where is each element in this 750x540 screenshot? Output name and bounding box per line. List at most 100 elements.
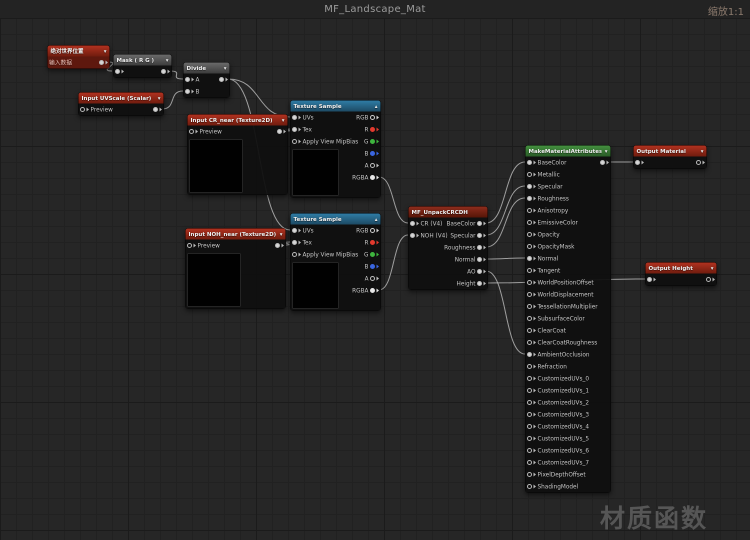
node-header[interactable]: Texture Sample▴ [291,101,381,112]
pin-in-customizeduvs-1[interactable] [527,388,532,393]
node-input-uvscale[interactable]: Input UVScale (Scalar)▾Preview [78,92,164,116]
pin-in-opacitymask[interactable] [527,244,532,249]
wire-3[interactable] [228,79,290,117]
node-output-material[interactable]: Output Material▾ [633,145,707,169]
collapse-arrow-icon[interactable]: ▴ [375,216,378,222]
pin-in-clearcoatroughness[interactable] [527,340,532,345]
node-header[interactable]: Mask ( R G )▾ [114,55,172,66]
pin-in-worldpositionoffset[interactable] [527,280,532,285]
dropdown-arrow-icon[interactable]: ▾ [711,265,714,271]
pin-in-emissivecolor[interactable] [527,220,532,225]
pin-out-pin[interactable] [277,129,282,134]
pin-out-r[interactable] [370,127,375,132]
pin-in-basecolor[interactable] [527,160,532,165]
pin-in-noh-v4[interactable] [410,233,415,238]
node-mf-unpackcrcdh[interactable]: MF_UnpackCRCDHCR (V4)BaseColorNOH (V4)Sp… [408,206,488,290]
pin-out-pin[interactable] [600,160,605,165]
pin-in-refraction[interactable] [527,364,532,369]
pin-in-apply-view-mipbias[interactable] [292,139,297,144]
pin-out-pin[interactable] [153,107,158,112]
wire-9[interactable] [486,162,525,223]
node-header[interactable]: MF_UnpackCRCDH [409,207,488,218]
node-input-cr-near[interactable]: Input CR_near (Texture2D)▾Preview [187,114,288,195]
pin-in-tangent[interactable] [527,268,532,273]
pin-in-pin[interactable] [647,277,652,282]
pin-out-b[interactable] [370,264,375,269]
pin-out-a[interactable] [370,163,375,168]
pin-out-pin[interactable] [161,69,166,74]
node-make-material-attributes[interactable]: MakeMaterialAttributes▾BaseColorMetallic… [525,145,611,493]
pin-out-pin[interactable] [275,243,280,248]
pin-out-a[interactable] [370,276,375,281]
collapse-arrow-icon[interactable]: ▴ [375,103,378,109]
pin-in-customizeduvs-3[interactable] [527,412,532,417]
pin-in-metallic[interactable] [527,172,532,177]
node-header[interactable]: 绝对世界位置▾ [48,46,110,57]
node-header[interactable]: Input CR_near (Texture2D)▾ [188,115,288,126]
pin-in-normal[interactable] [527,256,532,261]
pin-out-height[interactable] [477,281,482,286]
pin-out-g[interactable] [370,139,375,144]
node-header[interactable]: Input NOH_near (Texture2D)▾ [186,229,286,240]
titlebar[interactable]: MF_Landscape_Mat 缩放1:1 [0,0,750,19]
pin-out-basecolor[interactable] [477,221,482,226]
pin-in-apply-view-mipbias[interactable] [292,252,297,257]
pin-in-preview[interactable] [189,129,194,134]
pin-out-r[interactable] [370,240,375,245]
node-mask-rg[interactable]: Mask ( R G )▾ [113,54,172,78]
pin-in-customizeduvs-7[interactable] [527,460,532,465]
wire-12[interactable] [486,258,525,259]
pin-out-pin[interactable] [99,60,104,65]
pin-in-shadingmodel[interactable] [527,484,532,489]
pin-in-uvs[interactable] [292,115,297,120]
dropdown-arrow-icon[interactable]: ▾ [605,148,608,154]
wire-11[interactable] [486,198,525,247]
pin-in-pixeldepthoffset[interactable] [527,472,532,477]
pin-in-tessellationmultiplier[interactable] [527,304,532,309]
pin-out-b[interactable] [370,151,375,156]
pin-in-subsurfacecolor[interactable] [527,316,532,321]
dropdown-arrow-icon[interactable]: ▾ [701,148,704,154]
pin-out-ao[interactable] [477,269,482,274]
pin-in-customizeduvs-2[interactable] [527,400,532,405]
wire-2[interactable] [162,91,183,109]
node-header[interactable]: Output Material▾ [634,146,707,157]
node-output-height[interactable]: Output Height▾ [645,262,717,286]
wire-7[interactable] [379,177,408,223]
pin-in-roughness[interactable] [527,196,532,201]
node-absolute-world-position[interactable]: 绝对世界位置▾输入数据 [47,45,110,69]
dropdown-arrow-icon[interactable]: ▾ [166,57,169,63]
node-header[interactable]: Texture Sample▴ [291,214,381,225]
node-header[interactable]: Divide▾ [184,63,230,74]
dropdown-arrow-icon[interactable]: ▾ [158,95,161,101]
pin-out-specular[interactable] [477,233,482,238]
node-header[interactable]: MakeMaterialAttributes▾ [526,146,611,157]
pin-out-pin[interactable] [219,77,224,82]
pin-in-tex[interactable] [292,127,297,132]
pin-in-uvs[interactable] [292,228,297,233]
node-texture-sample-2[interactable]: Texture Sample▴UVsRGBTexRApply View MipB… [290,213,381,311]
pin-in-a[interactable] [185,77,190,82]
pin-out-rgb[interactable] [370,228,375,233]
pin-in-opacity[interactable] [527,232,532,237]
pin-out-rgba[interactable] [370,175,375,180]
node-divide[interactable]: Divide▾AB [183,62,230,98]
pin-in-ambientocclusion[interactable] [527,352,532,357]
pin-in-preview[interactable] [80,107,85,112]
pin-in-anisotropy[interactable] [527,208,532,213]
pin-in-specular[interactable] [527,184,532,189]
pin-in-tex[interactable] [292,240,297,245]
pin-in-worlddisplacement[interactable] [527,292,532,297]
dropdown-arrow-icon[interactable]: ▾ [280,231,283,237]
pin-out-pin[interactable] [706,277,711,282]
pin-out-rgb[interactable] [370,115,375,120]
pin-out-g[interactable] [370,252,375,257]
node-header[interactable]: Output Height▾ [646,263,717,274]
dropdown-arrow-icon[interactable]: ▾ [282,117,285,123]
pin-in-customizeduvs-6[interactable] [527,448,532,453]
pin-in-customizeduvs-5[interactable] [527,436,532,441]
pin-in-clearcoat[interactable] [527,328,532,333]
pin-out-normal[interactable] [477,257,482,262]
graph-canvas[interactable]: 绝对世界位置▾输入数据 Mask ( R G )▾ Divide▾AB Input U… [0,18,750,540]
pin-out-roughness[interactable] [477,245,482,250]
